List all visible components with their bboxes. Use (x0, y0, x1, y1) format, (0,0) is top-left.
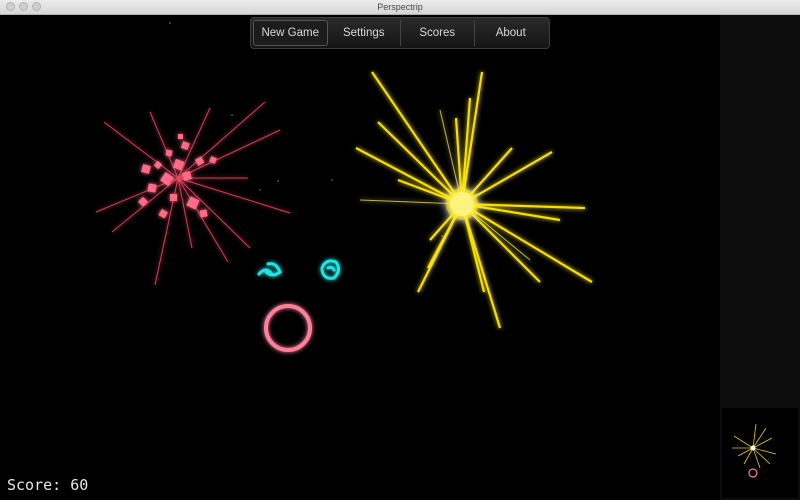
player-ring (264, 304, 312, 352)
new-game-button[interactable]: New Game (253, 20, 328, 46)
scores-button[interactable]: Scores (401, 20, 475, 46)
score-display: Score: 60 (7, 476, 89, 494)
background-stars (169, 22, 443, 237)
cyan-particles (257, 259, 341, 280)
game-scene (95, 22, 593, 352)
main-menu: New Game Settings Scores About (250, 17, 550, 49)
pink-explosion (95, 101, 291, 286)
settings-button[interactable]: Settings (328, 20, 401, 46)
about-button[interactable]: About (475, 20, 548, 46)
minimap (722, 408, 798, 498)
minimap-scene (732, 423, 777, 478)
yellow-explosion (355, 71, 593, 329)
